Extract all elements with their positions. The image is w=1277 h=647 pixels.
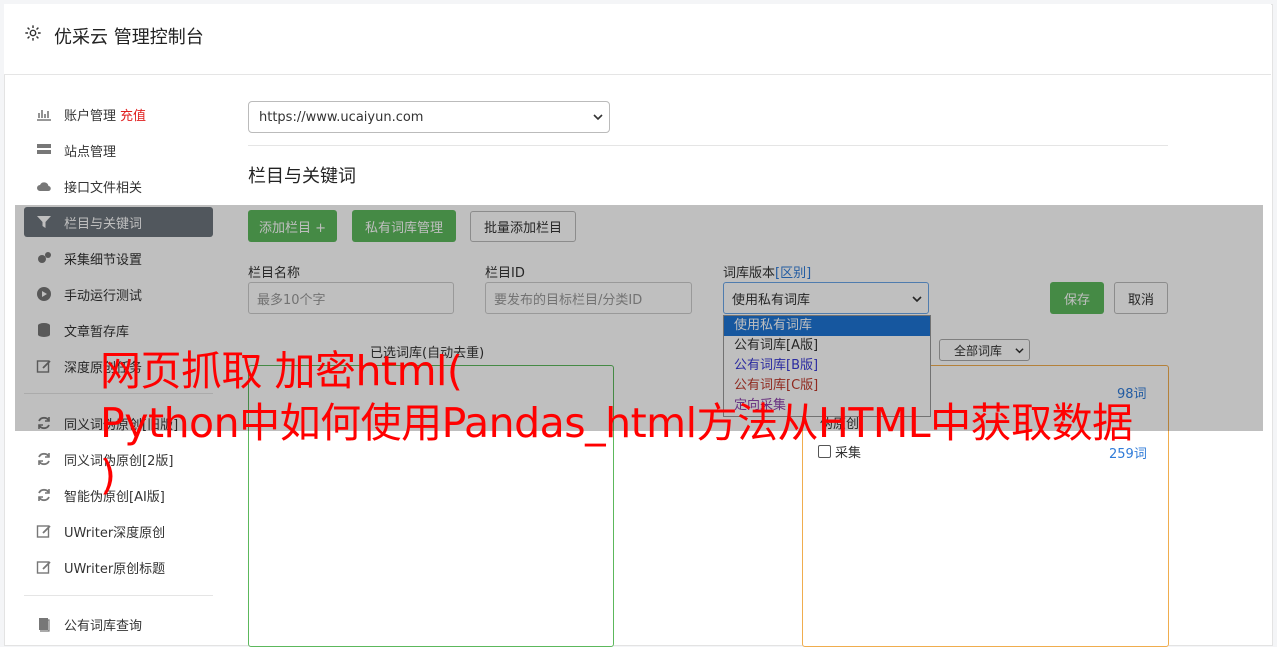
cloud-upload-icon (37, 182, 51, 192)
sidebar-item-label: 站点管理 (64, 144, 117, 160)
section-title: 栏目与关键词 (248, 166, 356, 187)
app-title: 优采云 管理控制台 (54, 27, 204, 48)
sidebar-item-uwriter-deep[interactable]: UWriter深度原创 (24, 516, 213, 546)
server-icon (37, 144, 51, 154)
sidebar-item-public-lib[interactable]: 公有词库查询 (24, 609, 213, 639)
recharge-link[interactable]: 充值 (120, 105, 146, 124)
sidebar-item-interface[interactable]: 接口文件相关 (24, 171, 213, 201)
sidebar-item-label: 公有词库查询 (64, 618, 143, 634)
site-select-value: https://www.ucaiyun.com (259, 109, 424, 125)
bar-chart-icon (37, 110, 51, 121)
sidebar-item-uwriter-title[interactable]: UWriter原创标题 (24, 552, 213, 582)
refresh-icon (38, 452, 50, 466)
refresh-icon (38, 488, 50, 502)
header: 优采云 管理控制台 (4, 4, 1271, 75)
book-icon (39, 618, 50, 632)
divider (248, 145, 1168, 146)
sidebar-item-label: 接口文件相关 (64, 180, 143, 196)
watermark-text: 网页抓取 加密html( Python中如何使用Pandas_html方法从HT… (100, 347, 1133, 499)
sidebar-item-label: UWriter深度原创 (64, 525, 166, 541)
gear-icon (25, 25, 41, 41)
sidebar-divider (24, 595, 213, 596)
sidebar-item-label: 账户管理 (64, 108, 117, 124)
sidebar-item-label: UWriter原创标题 (64, 561, 166, 577)
chevron-down-icon (593, 114, 603, 121)
sidebar-item-sites[interactable]: 站点管理 (24, 135, 213, 165)
site-select[interactable]: https://www.ucaiyun.com (248, 101, 610, 133)
edit-icon (36, 561, 51, 574)
edit-icon (36, 525, 51, 538)
sidebar-item-account[interactable]: 账户管理 充值 (24, 99, 213, 129)
